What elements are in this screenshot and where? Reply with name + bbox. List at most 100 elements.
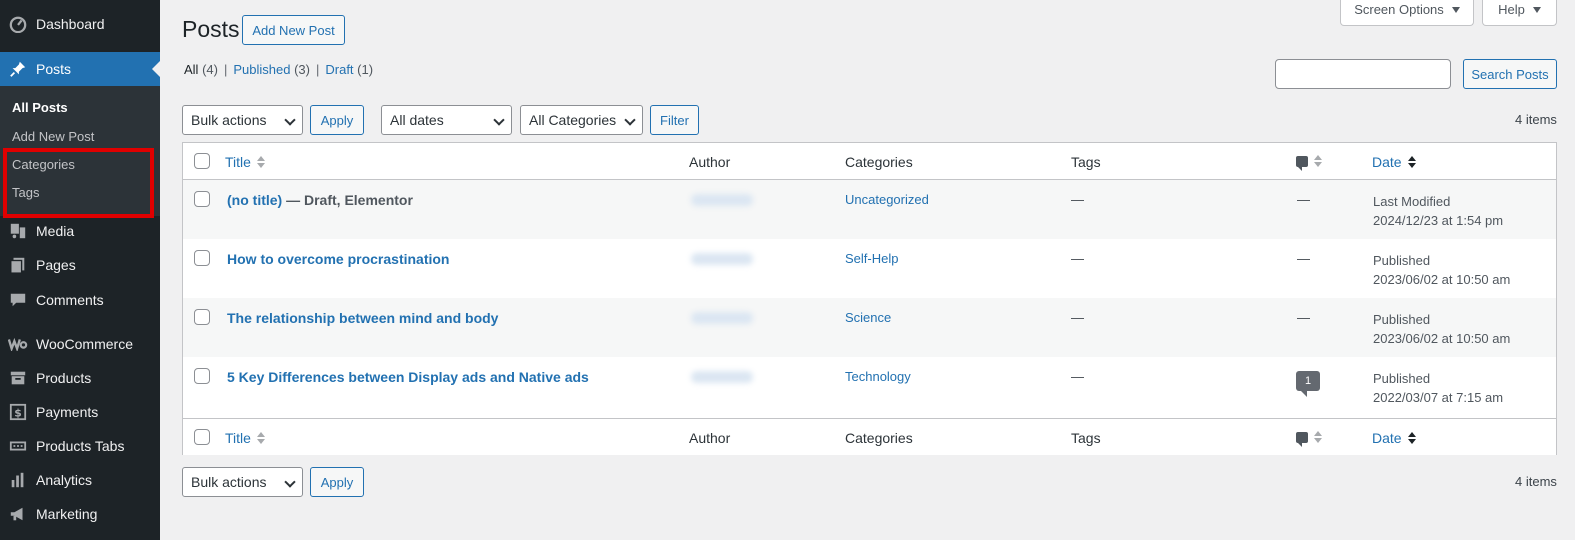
date-cell: Published 2023/06/02 at 10:50 am — [1373, 253, 1511, 287]
menu-label: Media — [36, 223, 75, 239]
comment-bubble-icon — [1296, 431, 1308, 447]
menu-item-woocommerce[interactable]: WooCommerce — [0, 327, 160, 361]
dates-select[interactable]: All dates — [381, 105, 512, 135]
table-header: Title Author Categories Tags Date — [183, 143, 1556, 180]
date-cell: Last Modified 2024/12/23 at 1:54 pm — [1373, 194, 1504, 228]
sort-desc-icon — [1407, 156, 1416, 168]
search-input[interactable] — [1275, 59, 1451, 89]
category-link[interactable]: Science — [845, 310, 891, 325]
menu-item-analytics[interactable]: Analytics — [0, 463, 160, 497]
caret-down-icon — [1532, 6, 1541, 13]
tags-value: — — [1071, 369, 1084, 384]
menu-label: Payments — [36, 404, 99, 420]
post-title-link[interactable]: 5 Key Differences between Display ads an… — [227, 369, 589, 385]
filter-separator: | — [223, 62, 228, 77]
menu-item-dashboard[interactable]: Dashboard — [0, 7, 160, 41]
pages-icon — [8, 255, 28, 275]
submenu-all-posts[interactable]: All Posts — [12, 100, 68, 115]
menu-label: Marketing — [36, 506, 98, 522]
select-all-checkbox[interactable] — [194, 153, 210, 169]
column-date[interactable]: Date — [1372, 154, 1416, 170]
chevron-down-icon — [493, 114, 505, 126]
column-date[interactable]: Date — [1372, 430, 1416, 446]
menu-item-pages[interactable]: Pages — [0, 248, 160, 282]
column-title[interactable]: Title — [225, 430, 265, 446]
comment-count-badge[interactable]: 1 — [1296, 371, 1320, 397]
category-link[interactable]: Uncategorized — [845, 192, 929, 207]
menu-label: Products — [36, 370, 92, 386]
comments-icon — [8, 290, 28, 310]
apply-button[interactable]: Apply — [310, 105, 364, 135]
bulk-actions-select-bottom[interactable]: Bulk actions — [182, 467, 303, 497]
comments-value: — — [1297, 310, 1310, 325]
help-label: Help — [1498, 2, 1525, 17]
help-button[interactable]: Help — [1482, 0, 1557, 26]
sort-icon — [256, 156, 265, 168]
column-categories: Categories — [845, 154, 913, 170]
search-posts-button[interactable]: Search Posts — [1463, 59, 1557, 89]
items-count-bottom: 4 items — [1515, 474, 1557, 489]
row-checkbox[interactable] — [194, 191, 210, 207]
table-row: (no title) — Draft, Elementor Uncategori… — [183, 180, 1556, 239]
chevron-down-icon — [624, 114, 636, 126]
column-comments[interactable] — [1296, 431, 1322, 447]
author-blurred — [691, 194, 753, 206]
admin-sidebar: Dashboard Posts All Posts Add New Post C… — [0, 0, 160, 540]
category-link[interactable]: Technology — [845, 369, 911, 384]
column-title[interactable]: Title — [225, 154, 265, 170]
svg-text:$: $ — [14, 407, 22, 420]
posts-table: Title Author Categories Tags Date (no ti… — [182, 142, 1557, 455]
date-cell: Published 2023/06/02 at 10:50 am — [1373, 312, 1511, 346]
filter-published[interactable]: Published (3) — [233, 62, 310, 77]
filter-all[interactable]: All (4) — [184, 62, 218, 77]
date-cell: Published 2022/03/07 at 7:15 am — [1373, 371, 1504, 405]
menu-item-comments[interactable]: Comments — [0, 283, 160, 317]
items-count: 4 items — [1515, 112, 1557, 127]
menu-label: WooCommerce — [36, 336, 133, 352]
table-row: How to overcome procrastination Self-Hel… — [183, 239, 1556, 298]
post-title-link[interactable]: (no title) — Draft, Elementor — [227, 192, 413, 208]
author-blurred — [691, 312, 753, 324]
category-link[interactable]: Self-Help — [845, 251, 898, 266]
select-all-checkbox[interactable] — [194, 429, 210, 445]
post-title-link[interactable]: How to overcome procrastination — [227, 251, 449, 267]
comments-value: — — [1297, 251, 1310, 266]
submenu-add-new-post[interactable]: Add New Post — [12, 129, 94, 144]
sort-icon — [256, 432, 265, 444]
bulk-actions-select[interactable]: Bulk actions — [182, 105, 303, 135]
menu-label: Comments — [36, 292, 104, 308]
menu-item-products-tabs[interactable]: Products Tabs — [0, 429, 160, 463]
table-row: The relationship between mind and body S… — [183, 298, 1556, 357]
tags-value: — — [1071, 251, 1084, 266]
chevron-down-icon — [284, 114, 296, 126]
sort-desc-icon — [1407, 432, 1416, 444]
megaphone-icon — [8, 504, 28, 524]
screen-options-button[interactable]: Screen Options — [1340, 0, 1474, 26]
tabs-icon — [8, 436, 28, 456]
tags-value: — — [1071, 192, 1084, 207]
menu-item-posts[interactable]: Posts — [0, 52, 160, 86]
menu-item-payments[interactable]: $ Payments — [0, 395, 160, 429]
menu-item-products[interactable]: Products — [0, 361, 160, 395]
column-tags: Tags — [1071, 154, 1101, 170]
sort-icon — [1314, 431, 1322, 443]
bulk-actions-value: Bulk actions — [191, 112, 267, 128]
menu-item-marketing[interactable]: Marketing — [0, 497, 160, 531]
post-title-link[interactable]: The relationship between mind and body — [227, 310, 498, 326]
dates-value: All dates — [390, 112, 444, 128]
categories-select[interactable]: All Categories — [520, 105, 643, 135]
column-author: Author — [689, 154, 731, 170]
row-checkbox[interactable] — [194, 309, 210, 325]
apply-button-bottom[interactable]: Apply — [310, 467, 364, 497]
filter-button[interactable]: Filter — [650, 105, 699, 135]
add-new-post-button[interactable]: Add New Post — [242, 15, 345, 45]
archive-icon — [8, 368, 28, 388]
bulk-actions-value: Bulk actions — [191, 474, 267, 490]
row-checkbox[interactable] — [194, 368, 210, 384]
filter-separator: | — [315, 62, 320, 77]
status-filters: All (4) | Published (3) | Draft (1) — [184, 62, 373, 77]
filter-draft[interactable]: Draft (1) — [325, 62, 373, 77]
menu-item-media[interactable]: Media — [0, 214, 160, 248]
row-checkbox[interactable] — [194, 250, 210, 266]
column-comments[interactable] — [1296, 155, 1322, 171]
